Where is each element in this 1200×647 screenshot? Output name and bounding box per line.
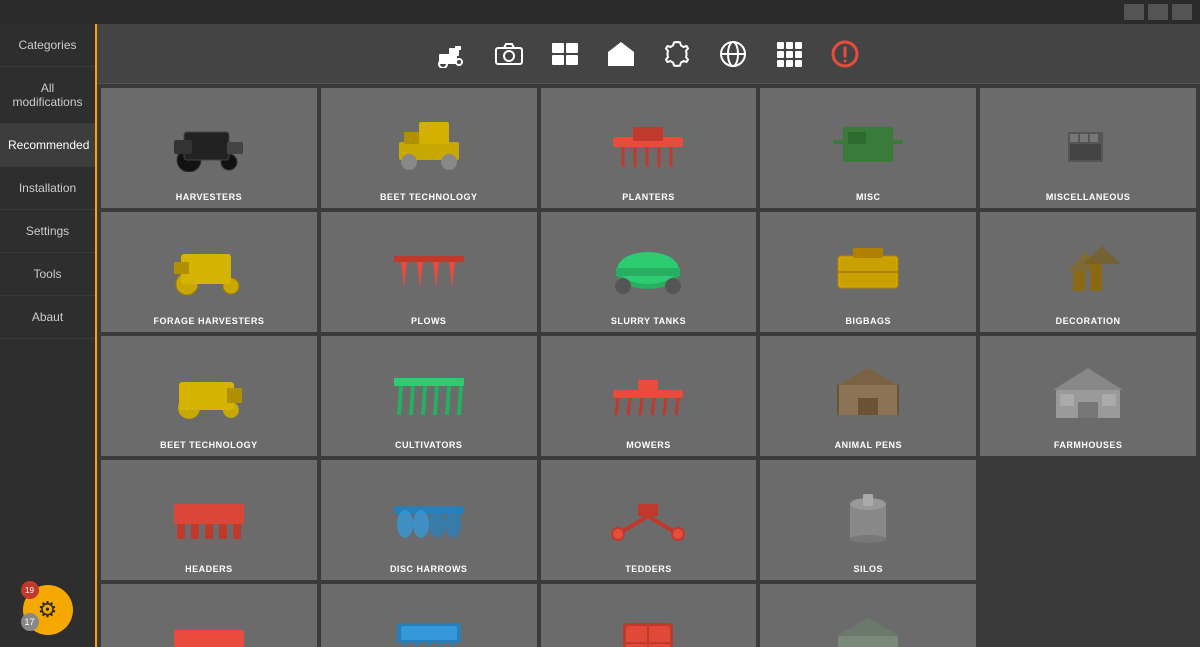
badge-19: 19 xyxy=(21,581,39,599)
sidebar: CategoriesAll modificationsRecommendedIn… xyxy=(0,24,97,647)
category-label-beet-technology: BEET TECHNOLOGY xyxy=(380,192,478,202)
sidebar-item-all-modifications[interactable]: All modifications xyxy=(0,67,95,124)
barn-icon[interactable] xyxy=(603,36,639,72)
category-mowers[interactable]: MOWERS xyxy=(541,336,757,456)
settings-icon[interactable] xyxy=(659,36,695,72)
camera-icon[interactable] xyxy=(491,36,527,72)
window-controls xyxy=(1124,4,1192,20)
category-planters[interactable]: PLANTERS xyxy=(541,88,757,208)
category-label-mowers: MOWERS xyxy=(626,440,671,450)
maximize-button[interactable] xyxy=(1148,4,1168,20)
sidebar-item-tools[interactable]: Tools xyxy=(0,253,95,296)
category-label-headers: HEADERS xyxy=(185,564,233,574)
category-image-forage-harvester-headers xyxy=(105,592,313,647)
category-label-planters: PLANTERS xyxy=(622,192,675,202)
category-image-plows xyxy=(325,220,533,312)
category-label-tedders: TEDDERS xyxy=(625,564,672,574)
category-label-cultivators: CULTIVATORS xyxy=(395,440,462,450)
category-image-planters xyxy=(545,96,753,188)
category-farmhouses[interactable]: FARMHOUSES xyxy=(980,336,1196,456)
sidebar-item-installation[interactable]: Installation xyxy=(0,167,95,210)
category-disc-harrows[interactable]: DISC HARROWS xyxy=(321,460,537,580)
category-silos[interactable]: SILOS xyxy=(760,460,976,580)
category-plows[interactable]: PLOWS xyxy=(321,212,537,332)
category-miscellaneous[interactable]: MISCELLANEOUS xyxy=(980,88,1196,208)
category-sheds[interactable]: SHEDS xyxy=(760,584,976,647)
category-image-baling-technology xyxy=(545,592,753,647)
category-image-miscellaneous xyxy=(984,96,1192,188)
categories-grid[interactable]: HARVESTERS BEET TECHNOLOGY PLANTERS MISC MIS… xyxy=(97,84,1200,647)
category-image-animal-pens xyxy=(764,344,972,436)
sidebar-item-settings[interactable]: Settings xyxy=(0,210,95,253)
category-beet-technology[interactable]: BEET TECHNOLOGY xyxy=(321,88,537,208)
category-empty2 xyxy=(980,584,1196,647)
category-label-miscellaneous: MISCELLANEOUS xyxy=(1046,192,1131,202)
category-label-forage-harvesters: FORAGE HARVESTERS xyxy=(153,316,264,326)
category-label-slurry-tanks: SLURRY TANKS xyxy=(611,316,686,326)
category-forage-harvesters[interactable]: FORAGE HARVESTERS xyxy=(101,212,317,332)
apps-icon[interactable] xyxy=(771,36,807,72)
category-bigbags[interactable]: BIGBAGS xyxy=(760,212,976,332)
category-headers[interactable]: HEADERS xyxy=(101,460,317,580)
category-label-silos: SILOS xyxy=(854,564,884,574)
category-tedders[interactable]: TEDDERS xyxy=(541,460,757,580)
category-image-forage-harvesters xyxy=(105,220,313,312)
category-baling-technology[interactable]: BALING TECHNOLOGY xyxy=(541,584,757,647)
main-layout: CategoriesAll modificationsRecommendedIn… xyxy=(0,24,1200,647)
category-image-mowers xyxy=(545,344,753,436)
category-image-farmhouses xyxy=(984,344,1192,436)
category-image-sheds xyxy=(764,592,972,647)
category-beet-technology-2[interactable]: BEET TECHNOLOGY xyxy=(101,336,317,456)
category-image-silos xyxy=(764,468,972,560)
category-forage-harvester-headers[interactable]: FORAGE HARVESTER HEADERS xyxy=(101,584,317,647)
category-cultivators[interactable]: CULTIVATORS xyxy=(321,336,537,456)
category-slurry-tanks[interactable]: SLURRY TANKS xyxy=(541,212,757,332)
sidebar-nav: CategoriesAll modificationsRecommendedIn… xyxy=(0,24,95,339)
sidebar-item-categories[interactable]: Categories xyxy=(0,24,95,67)
category-decoration[interactable]: DECORATION xyxy=(980,212,1196,332)
globe-icon[interactable] xyxy=(715,36,751,72)
category-image-misc xyxy=(764,96,972,188)
category-image-disc-harrows xyxy=(325,468,533,560)
grid-view-icon[interactable] xyxy=(547,36,583,72)
sidebar-item-recommended[interactable]: Recommended xyxy=(0,124,95,167)
minimize-button[interactable] xyxy=(1124,4,1144,20)
titlebar xyxy=(0,0,1200,24)
category-harvesters[interactable]: HARVESTERS xyxy=(101,88,317,208)
category-empty1 xyxy=(980,460,1196,580)
category-image-beet-technology xyxy=(325,96,533,188)
category-label-bigbags: BIGBAGS xyxy=(846,316,892,326)
category-image-seeders xyxy=(325,592,533,647)
badge-17: 17 xyxy=(21,613,39,631)
category-label-decoration: DECORATION xyxy=(1056,316,1121,326)
category-image-beet-technology-2 xyxy=(105,344,313,436)
category-label-beet-technology-2: BEET TECHNOLOGY xyxy=(160,440,258,450)
category-image-cultivators xyxy=(325,344,533,436)
category-image-harvesters xyxy=(105,96,313,188)
category-label-plows: PLOWS xyxy=(411,316,447,326)
category-label-farmhouses: FARMHOUSES xyxy=(1054,440,1123,450)
category-label-animal-pens: ANIMAL PENS xyxy=(835,440,902,450)
category-image-tedders xyxy=(545,468,753,560)
category-seeders[interactable]: SEEDERS xyxy=(321,584,537,647)
top-toolbar xyxy=(97,24,1200,84)
category-image-decoration xyxy=(984,220,1192,312)
category-misc[interactable]: MISC xyxy=(760,88,976,208)
category-animal-pens[interactable]: ANIMAL PENS xyxy=(760,336,976,456)
category-image-headers xyxy=(105,468,313,560)
category-image-slurry-tanks xyxy=(545,220,753,312)
sidebar-version-badge: ⚙ 19 17 xyxy=(23,585,73,635)
category-label-misc: MISC xyxy=(856,192,881,202)
content-area: HARVESTERS BEET TECHNOLOGY PLANTERS MISC MIS… xyxy=(97,24,1200,647)
category-image-bigbags xyxy=(764,220,972,312)
close-button[interactable] xyxy=(1172,4,1192,20)
alert-icon[interactable] xyxy=(827,36,863,72)
category-label-disc-harrows: DISC HARROWS xyxy=(390,564,468,574)
tractor-icon[interactable] xyxy=(435,36,471,72)
category-label-harvesters: HARVESTERS xyxy=(176,192,242,202)
sidebar-item-abaut[interactable]: Abaut xyxy=(0,296,95,339)
sidebar-footer: ⚙ 19 17 xyxy=(0,577,95,647)
